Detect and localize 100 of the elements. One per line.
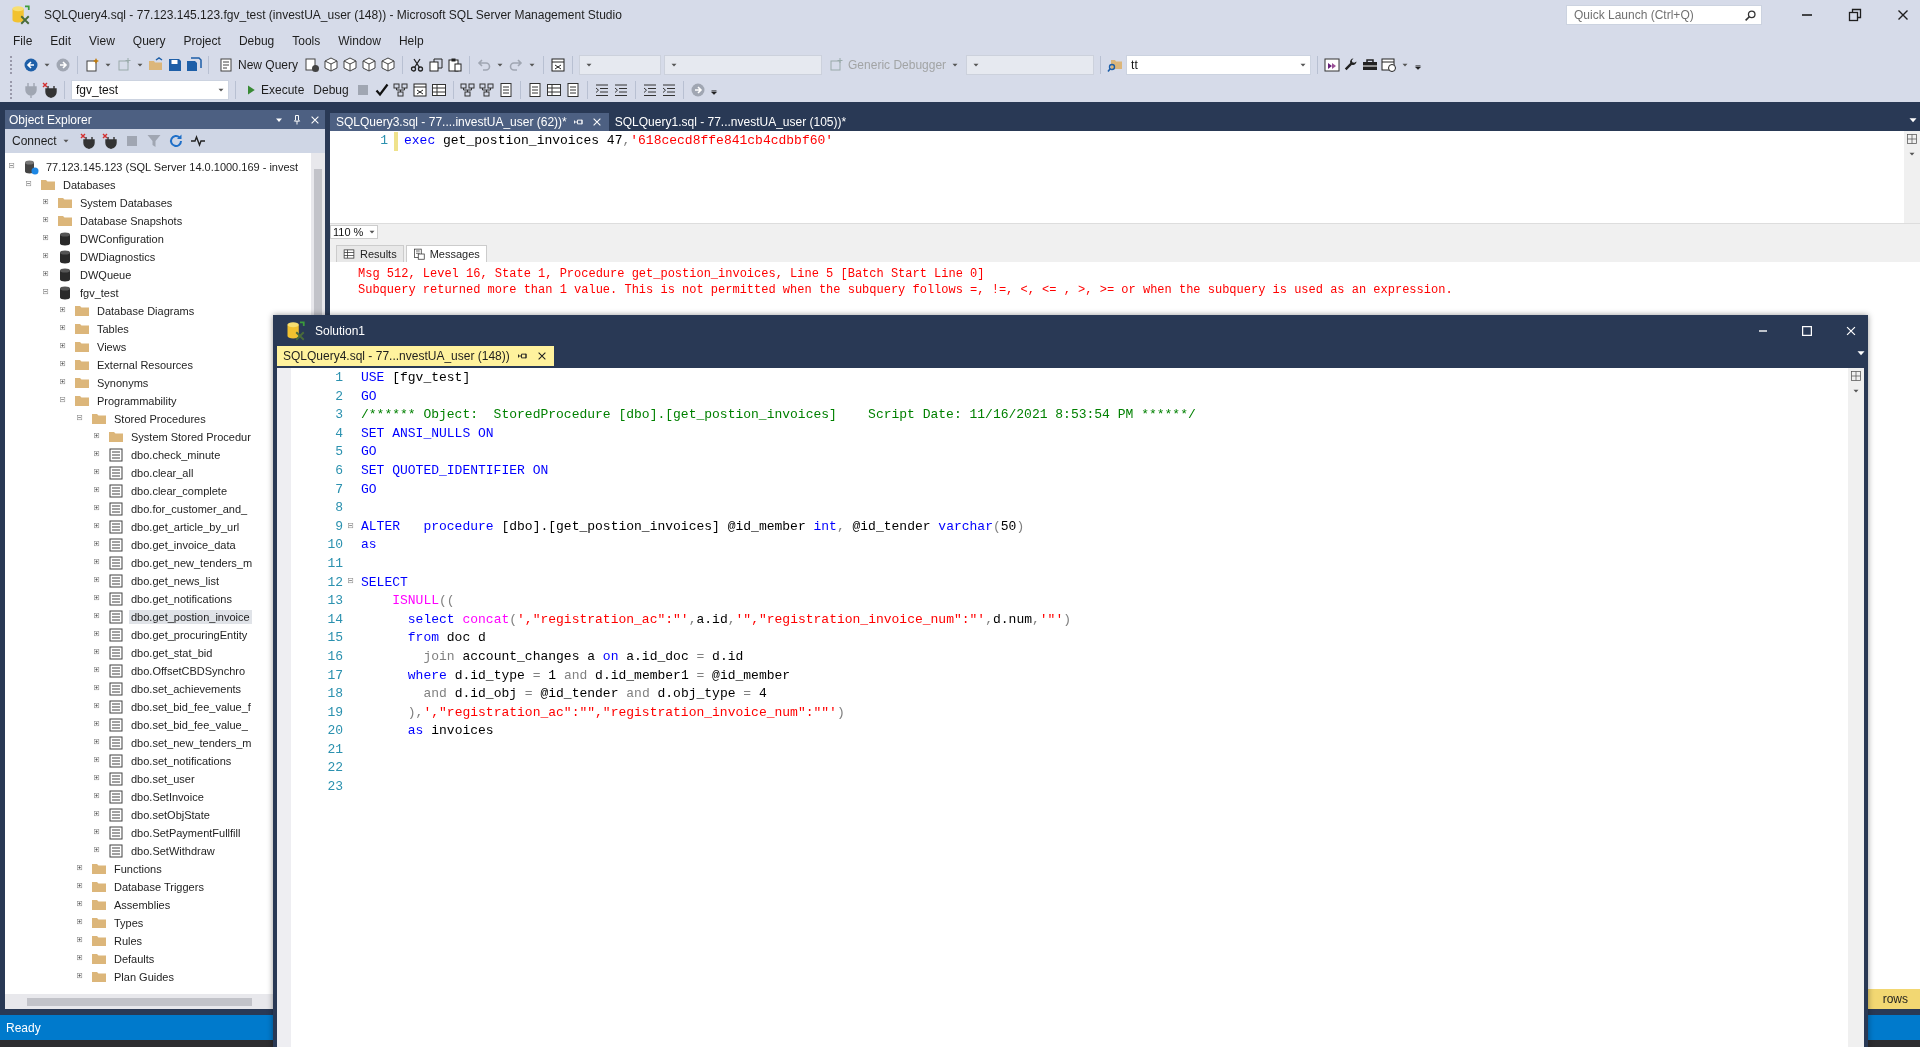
plug-icon[interactable] [79,133,96,149]
tree-item[interactable]: DWQueue [78,268,134,282]
database-query-icon[interactable] [304,56,321,73]
document-tab[interactable]: SQLQuery4.sql - 77...nvestUA_user (148)) [277,346,554,366]
tree-item[interactable]: dbo.get_stat_bid [129,646,215,660]
grid-icon[interactable] [430,81,447,98]
connect-button[interactable]: Connect [9,133,74,149]
disconnect-icon[interactable] [42,81,58,98]
window-icon[interactable] [411,81,428,98]
tree-item[interactable]: dbo.set_new_tenders_m [129,736,254,750]
menu-item[interactable]: Edit [41,32,81,50]
back-icon[interactable] [23,56,39,73]
result-tab[interactable]: Results [336,245,404,262]
document-tab[interactable]: SQLQuery1.sql - 77...nvestUA_user (105))* [608,113,853,131]
tree-item[interactable]: dbo.SetWithdraw [129,844,217,858]
tree-item[interactable]: fgv_test [78,286,121,300]
split-icon[interactable] [1850,370,1862,382]
cut-icon[interactable] [409,56,426,73]
tree-item[interactable]: dbo.OffsetCBDSynchro [129,664,248,678]
tree-item[interactable]: DWConfiguration [78,232,166,246]
tree-item[interactable]: dbo.SetInvoice [129,790,206,804]
pin-icon[interactable] [291,113,303,126]
list-icon[interactable] [593,81,610,98]
tree-item[interactable]: Views [95,340,129,354]
tree-item[interactable]: Functions [112,862,164,876]
cube-icon[interactable] [342,56,359,73]
tree-item[interactable]: Types [112,916,146,930]
tree-item[interactable]: System Stored Procedur [129,430,253,444]
refresh-icon[interactable] [167,133,184,149]
document-icon[interactable] [497,81,514,98]
activity-icon[interactable] [189,133,206,149]
indent-icon[interactable] [641,81,658,98]
tree-item[interactable]: dbo.setObjState [129,808,212,822]
forward-icon[interactable] [55,56,71,73]
execute-button[interactable]: Execute [242,81,308,98]
tree-item[interactable]: Database Snapshots [78,214,185,228]
tree-item[interactable]: Synonyms [95,376,151,390]
menu-item[interactable]: Help [389,32,433,50]
copy-icon[interactable] [428,56,445,73]
debug-button[interactable]: Debug [310,81,352,98]
tree-item[interactable]: Programmability [95,394,179,408]
tree-item[interactable]: Plan Guides [112,970,176,984]
tree-item[interactable]: dbo.get_postion_invoice [129,610,252,624]
result-tab[interactable]: Messages [405,245,487,262]
tree-item[interactable]: dbo.get_new_tenders_m [129,556,255,570]
paste-icon[interactable] [447,56,464,73]
menu-item[interactable]: View [80,32,124,50]
outdent-icon[interactable] [660,81,677,98]
document-icon[interactable] [526,81,543,98]
tree-item[interactable]: dbo.clear_complete [129,484,229,498]
document-tab[interactable]: SQLQuery3.sql - 77....investUA_user (62))* [330,113,609,131]
save-all-icon[interactable] [186,56,202,73]
tree-item[interactable]: Database Diagrams [95,304,197,318]
grid-icon[interactable] [545,81,562,98]
tree-item[interactable]: dbo.set_notifications [129,754,234,768]
menu-item[interactable]: Window [329,32,390,50]
toolbox-icon[interactable] [1362,56,1379,73]
tree-icon[interactable] [392,81,409,98]
tree-item[interactable]: dbo.get_notifications [129,592,234,606]
zoom-dropdown[interactable]: 110 % [330,225,378,239]
pin-icon[interactable] [516,350,529,362]
tree-item[interactable]: External Resources [95,358,195,372]
tree-item[interactable]: DWDiagnostics [78,250,158,264]
tree-icon[interactable] [459,81,476,98]
menu-item[interactable]: Query [123,32,175,50]
cube-icon[interactable] [323,56,340,73]
menu-item[interactable]: Tools [283,32,330,50]
menu-item[interactable]: File [4,32,42,50]
tree-item[interactable]: dbo.get_procuringEntity [129,628,250,642]
quick-launch-field[interactable]: Quick Launch (Ctrl+Q) [1566,5,1762,25]
window-icon[interactable] [550,56,567,73]
browser-icon[interactable] [1381,56,1398,73]
tree-item[interactable]: dbo.set_bid_fee_value_f [129,700,253,714]
list-icon[interactable] [612,81,629,98]
disconnect-icon[interactable] [101,133,118,149]
menu-item[interactable]: Debug [229,32,284,50]
tree-item[interactable]: dbo.get_news_list [129,574,222,588]
tree-item[interactable]: Defaults [112,952,157,966]
tree-item[interactable]: dbo.for_customer_and_ [129,502,250,516]
tree-item[interactable]: dbo.set_achievements [129,682,244,696]
tree-item[interactable]: dbo.get_invoice_data [129,538,238,552]
tree-icon[interactable] [478,81,495,98]
check-icon[interactable] [373,81,390,98]
tree-item[interactable]: dbo.check_minute [129,448,223,462]
find-dropdown[interactable]: tt [1126,54,1312,75]
tree-item[interactable]: Database Triggers [112,880,206,894]
tree-item[interactable]: Assemblies [112,898,173,912]
window-icon[interactable] [1324,56,1341,73]
cube-icon[interactable] [380,56,397,73]
tree-item[interactable]: 77.123.145.123 (SQL Server 14.0.1000.169 - invest [44,160,301,174]
tree-item[interactable]: dbo.set_user [129,772,197,786]
tree-item[interactable]: Databases [61,178,118,192]
new-query-button[interactable]: New Query [215,55,302,74]
cube-icon[interactable] [361,56,378,73]
save-icon[interactable] [167,56,183,73]
pin-icon[interactable] [572,116,585,128]
open-folder-icon[interactable] [148,56,164,73]
tree-item[interactable]: System Databases [78,196,175,210]
menu-item[interactable]: Project [174,32,230,50]
document-icon[interactable] [564,81,581,98]
